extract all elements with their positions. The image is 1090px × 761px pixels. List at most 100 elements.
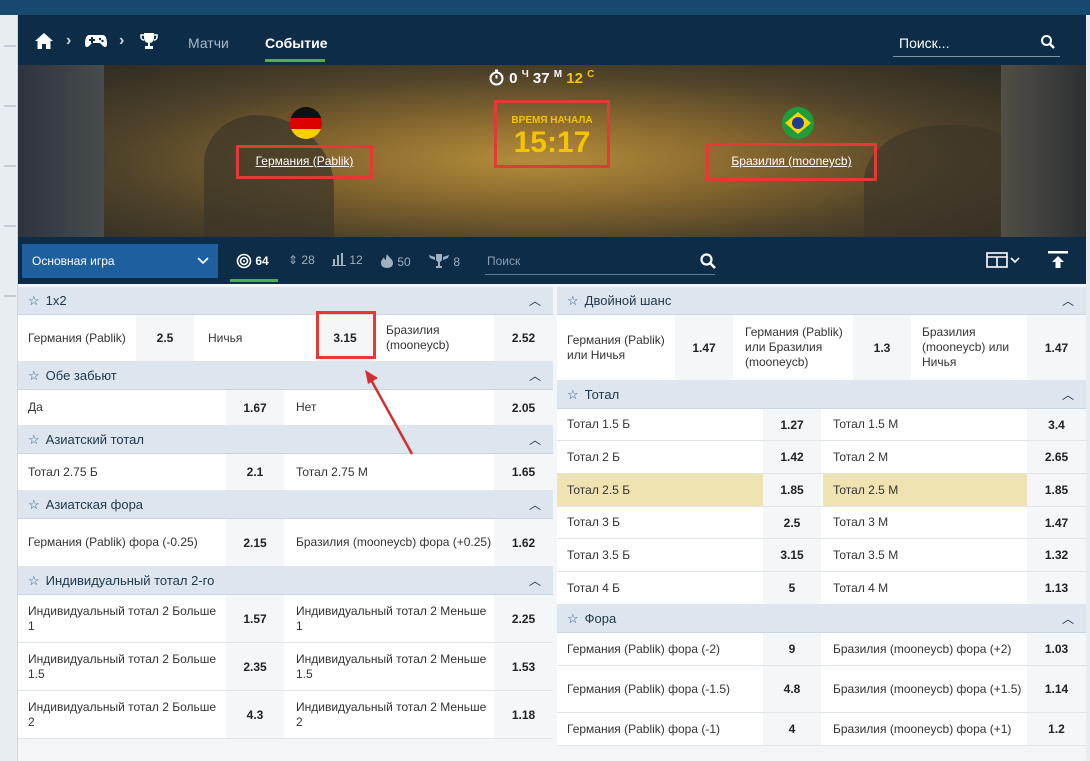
outcome-name[interactable]: Тотал 1.5 Б xyxy=(557,409,763,440)
odds-value[interactable]: 4.8 xyxy=(763,666,821,712)
odds-value[interactable]: 2.25 xyxy=(494,595,553,642)
outcome-name[interactable]: Бразилия (mooneycb) xyxy=(376,315,494,361)
market-header[interactable]: ☆ Двойной шанс ︿ xyxy=(557,287,1086,315)
market-header[interactable]: ☆ Обе забьют ︿ xyxy=(18,362,553,390)
markets-search-input[interactable]: Поиск xyxy=(485,249,717,275)
odds-value[interactable]: 2.65 xyxy=(1027,441,1086,473)
star-icon[interactable]: ☆ xyxy=(567,293,579,308)
outcome-name[interactable]: Тотал 3.5 Б xyxy=(557,539,763,571)
odds-value[interactable]: 2.05 xyxy=(494,390,553,425)
odds-value[interactable]: 2.35 xyxy=(226,643,284,690)
outcome-name[interactable]: Бразилия (mooneycb) фора (+2) xyxy=(823,633,1027,665)
odds-value[interactable]: 1.2 xyxy=(1027,713,1086,745)
outcome-name[interactable]: Индивидуальный тотал 2 Меньше 2 xyxy=(286,691,494,738)
market-header[interactable]: ☆ Тотал ︿ xyxy=(557,381,1086,409)
odds-value[interactable]: 1.03 xyxy=(1027,633,1086,665)
market-header[interactable]: ☆ 1x2 ︿ xyxy=(18,287,553,315)
odds-value[interactable]: 1.32 xyxy=(1027,539,1086,571)
outcome-name[interactable]: Бразилия (mooneycb) или Ничья xyxy=(912,315,1027,380)
outcome-name[interactable]: Германия (Pablik) xyxy=(18,315,136,361)
odds-value[interactable]: 3.4 xyxy=(1027,409,1086,440)
outcome-name[interactable]: Индивидуальный тотал 2 Больше 2 xyxy=(18,691,226,738)
odds-value[interactable]: 1.3 xyxy=(853,315,911,380)
odds-value[interactable]: 1.14 xyxy=(1027,666,1086,712)
team-away-name[interactable]: Бразилия (mooneycb) xyxy=(706,143,877,181)
star-icon[interactable]: ☆ xyxy=(28,573,40,588)
outcome-name[interactable]: Тотал 3 Б xyxy=(557,507,763,538)
outcome-name[interactable]: Тотал 4 М xyxy=(823,572,1027,604)
outcome-name[interactable]: Ничья xyxy=(198,315,318,361)
filter-stats[interactable]: 12 xyxy=(332,253,363,267)
odds-value[interactable]: 4.3 xyxy=(226,691,284,738)
odds-value[interactable]: 1.53 xyxy=(494,643,553,690)
odds-value[interactable]: 2.5 xyxy=(763,507,821,538)
filter-special[interactable]: 8 xyxy=(428,253,460,269)
odds-value[interactable]: 1.13 xyxy=(1027,572,1086,604)
collapse-all-icon[interactable] xyxy=(1047,250,1069,275)
outcome-name[interactable]: Тотал 3 М xyxy=(823,507,1027,538)
filter-all[interactable]: 64 xyxy=(236,253,269,269)
odds-value[interactable]: 1.85 xyxy=(763,474,821,506)
odds-value[interactable]: 1.42 xyxy=(763,441,821,473)
chevron-up-icon[interactable]: ︿ xyxy=(1062,287,1074,315)
market-header[interactable]: ☆ Индивидуальный тотал 2-го ︿ xyxy=(18,567,553,595)
outcome-name[interactable]: Тотал 2.5 М xyxy=(823,474,1027,506)
filter-totals[interactable]: ⇕ 28 xyxy=(288,253,315,267)
outcome-name[interactable]: Германия (Pablik) фора (-1.5) xyxy=(557,666,763,712)
odds-value[interactable]: 1.67 xyxy=(226,390,284,425)
outcome-name[interactable]: Индивидуальный тотал 2 Больше 1 xyxy=(18,595,226,642)
outcome-name[interactable]: Индивидуальный тотал 2 Меньше 1 xyxy=(286,595,494,642)
chevron-up-icon[interactable]: ︿ xyxy=(1062,381,1074,409)
team-home-name[interactable]: Германия (Pablik) xyxy=(236,145,373,179)
star-icon[interactable]: ☆ xyxy=(567,611,579,626)
chevron-up-icon[interactable]: ︿ xyxy=(529,362,541,390)
tab-matches[interactable]: Матчи xyxy=(188,35,229,51)
odds-value[interactable]: 2.15 xyxy=(226,519,284,566)
home-icon[interactable] xyxy=(34,32,54,55)
chevron-up-icon[interactable]: ︿ xyxy=(529,426,541,454)
odds-value[interactable]: 1.65 xyxy=(494,454,553,490)
outcome-name[interactable]: Германия (Pablik) фора (-0.25) xyxy=(18,519,226,566)
odds-value[interactable]: 2.52 xyxy=(494,315,553,361)
star-icon[interactable]: ☆ xyxy=(28,497,40,512)
search-icon[interactable] xyxy=(699,252,717,275)
outcome-name[interactable]: Германия (Pablik) или Ничья xyxy=(557,315,675,380)
star-icon[interactable]: ☆ xyxy=(567,387,579,402)
odds-value[interactable]: 2.1 xyxy=(226,454,284,490)
odds-value[interactable]: 1.85 xyxy=(1027,474,1086,506)
outcome-name[interactable]: Тотал 3.5 М xyxy=(823,539,1027,571)
outcome-name[interactable]: Тотал 2 М xyxy=(823,441,1027,473)
chevron-up-icon[interactable]: ︿ xyxy=(529,567,541,595)
star-icon[interactable]: ☆ xyxy=(28,368,40,383)
outcome-name[interactable]: Германия (Pablik) фора (-2) xyxy=(557,633,763,665)
odds-value[interactable]: 1.47 xyxy=(1027,315,1086,380)
odds-value[interactable]: 9 xyxy=(763,633,821,665)
market-header[interactable]: ☆ Фора ︿ xyxy=(557,605,1086,633)
search-icon[interactable] xyxy=(1040,34,1056,55)
odds-value[interactable]: 3.15 xyxy=(763,539,821,571)
gamepad-icon[interactable] xyxy=(84,32,108,55)
outcome-name[interactable]: Да xyxy=(18,390,226,425)
outcome-name[interactable]: Тотал 2.75 Б xyxy=(18,454,226,490)
outcome-name[interactable]: Бразилия (mooneycb) фора (+0.25) xyxy=(286,519,494,566)
outcome-name[interactable]: Индивидуальный тотал 2 Меньше 1.5 xyxy=(286,643,494,690)
outcome-name[interactable]: Германия (Pablik) или Бразилия (mooneycb… xyxy=(735,315,853,380)
outcome-name[interactable]: Германия (Pablik) фора (-1) xyxy=(557,713,763,745)
filter-popular[interactable]: 50 xyxy=(380,253,411,269)
trophy-icon[interactable] xyxy=(139,32,159,55)
chevron-up-icon[interactable]: ︿ xyxy=(529,287,541,315)
odds-value[interactable]: 1.57 xyxy=(226,595,284,642)
search-input[interactable]: Поиск... xyxy=(893,31,1060,57)
star-icon[interactable]: ☆ xyxy=(28,432,40,447)
outcome-name[interactable]: Бразилия (mooneycb) фора (+1) xyxy=(823,713,1027,745)
odds-value[interactable]: 5 xyxy=(763,572,821,604)
outcome-name[interactable]: Бразилия (mooneycb) фора (+1.5) xyxy=(823,666,1027,712)
outcome-name[interactable]: Индивидуальный тотал 2 Больше 1.5 xyxy=(18,643,226,690)
odds-value[interactable]: 1.27 xyxy=(763,409,821,440)
outcome-name[interactable]: Тотал 4 Б xyxy=(557,572,763,604)
layout-toggle-icon[interactable] xyxy=(986,251,1024,274)
odds-value[interactable]: 4 xyxy=(763,713,821,745)
market-header[interactable]: ☆ Азиатский тотал ︿ xyxy=(18,426,553,454)
odds-value[interactable]: 1.47 xyxy=(1027,507,1086,538)
odds-value[interactable]: 1.18 xyxy=(494,691,553,738)
